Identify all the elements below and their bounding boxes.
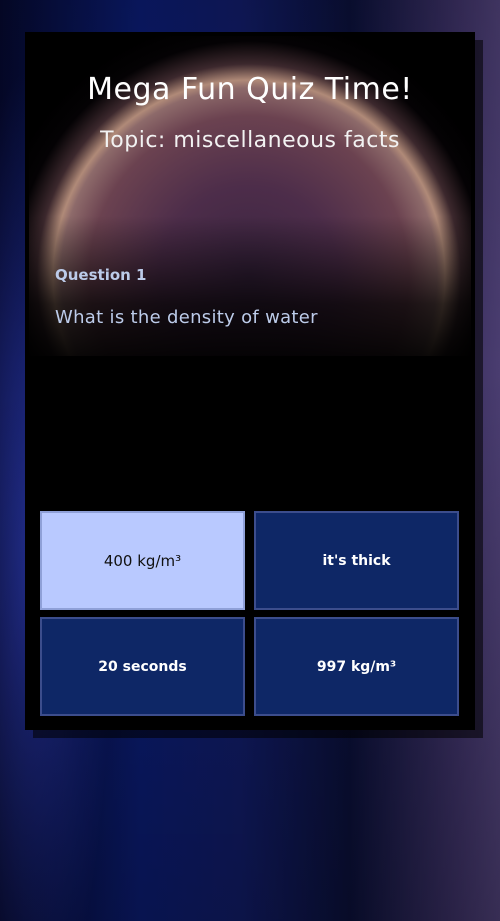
quiz-card: Mega Fun Quiz Time! Topic: miscellaneous… [25, 32, 475, 730]
image-fade-overlay [29, 216, 471, 376]
question-text: What is the density of water [55, 307, 318, 328]
quiz-topic: Topic: miscellaneous facts [100, 128, 400, 153]
answer-button-3[interactable]: 20 seconds [40, 617, 245, 716]
answer-button-4[interactable]: 997 kg/m³ [254, 617, 459, 716]
answer-button-1[interactable]: 400 kg/m³ [40, 511, 245, 610]
question-number: Question 1 [55, 266, 147, 284]
answer-button-2[interactable]: it's thick [254, 511, 459, 610]
quiz-title: Mega Fun Quiz Time! [87, 72, 413, 107]
